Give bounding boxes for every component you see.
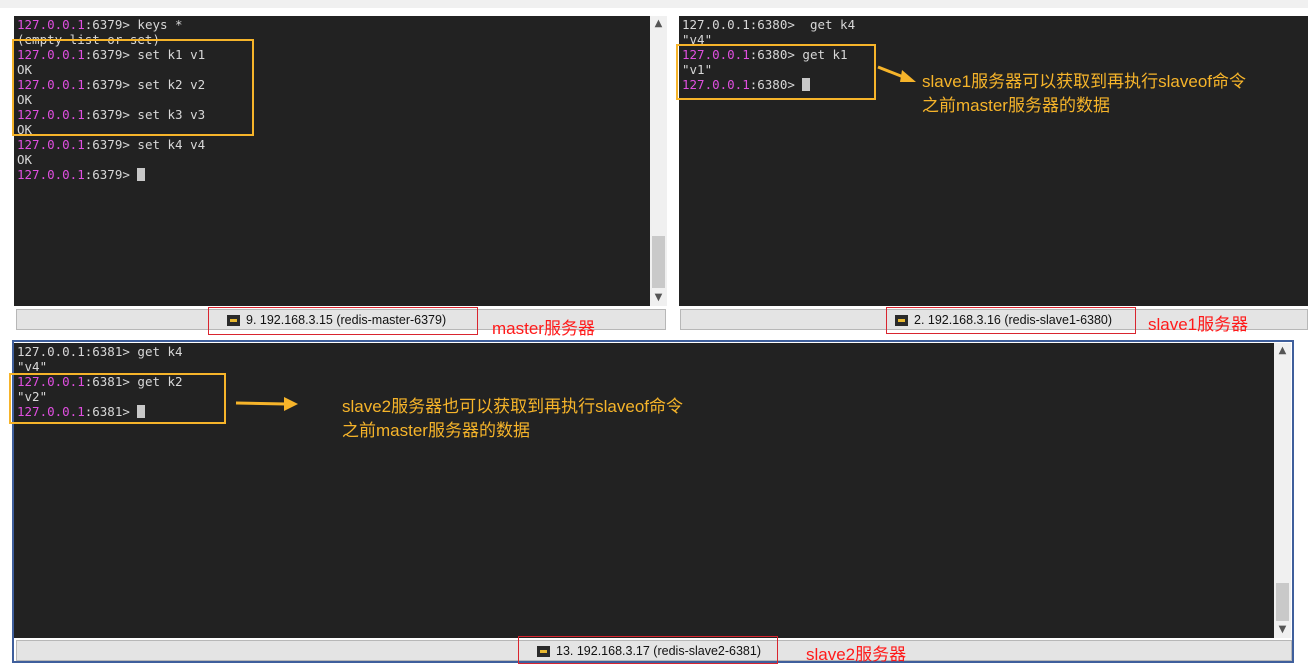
note-line: slave2服务器也可以获取到再执行slaveof命令 <box>342 397 684 416</box>
highlight-box <box>208 307 478 335</box>
prompt-host: 127.0.0.1 <box>17 137 85 152</box>
terminal-line: 127.0.0.1:6380> get k4 <box>682 17 855 32</box>
arrow-right-icon <box>877 65 916 82</box>
annotation-note-slave1: slave1服务器可以获取到再执行slaveof命令 之前master服务器的数… <box>922 70 1246 118</box>
highlight-box <box>518 636 778 664</box>
scroll-up-icon[interactable]: ▲ <box>650 16 667 32</box>
annotation-note-slave2: slave2服务器也可以获取到再执行slaveof命令 之前master服务器的… <box>342 395 683 443</box>
highlight-box <box>886 307 1136 334</box>
terminal-line: 127.0.0.1:6381> get k4 <box>17 344 183 359</box>
note-line: slave1服务器可以获取到再执行slaveof命令 <box>922 72 1247 91</box>
terminal-line: OK <box>17 152 33 167</box>
arrow-right-icon <box>235 397 298 411</box>
terminal-line: 127.0.0.1:6379> set k4 v4 <box>17 137 205 152</box>
prompt-command: :6379> keys * <box>84 17 183 32</box>
vertical-scrollbar[interactable]: ▲ ▼ <box>650 16 667 306</box>
prompt-command: :6381> get k4 <box>84 344 183 359</box>
terminal-line: 127.0.0.1:6379> keys * <box>17 17 205 32</box>
scrollbar-thumb[interactable] <box>652 236 665 288</box>
prompt-host: 127.0.0.1 <box>17 344 85 359</box>
prompt-host: 127.0.0.1 <box>17 17 85 32</box>
window-top-strip <box>0 0 1308 8</box>
caption-master: master服务器 <box>492 319 595 338</box>
caption-slave2: slave2服务器 <box>806 645 907 664</box>
prompt-command: :6379> <box>84 167 138 182</box>
highlight-box <box>676 44 876 100</box>
prompt-command: :6379> set k4 v4 <box>84 137 206 152</box>
caption-slave1: slave1服务器 <box>1148 315 1249 334</box>
scroll-down-icon[interactable]: ▼ <box>650 290 667 306</box>
prompt-host: 127.0.0.1 <box>17 167 85 182</box>
prompt-command: :6380> get k4 <box>749 17 856 32</box>
scroll-down-icon[interactable]: ▼ <box>1274 622 1291 638</box>
terminal-line: 127.0.0.1:6379> <box>17 167 205 182</box>
note-line: 之前master服务器的数据 <box>342 421 530 440</box>
prompt-host: 127.0.0.1 <box>682 17 750 32</box>
terminal-line: "v4" <box>17 359 48 374</box>
note-line: 之前master服务器的数据 <box>922 96 1110 115</box>
highlight-box <box>9 373 226 424</box>
vertical-scrollbar[interactable]: ▲ ▼ <box>1274 343 1291 638</box>
scroll-up-icon[interactable]: ▲ <box>1274 343 1291 359</box>
scrollbar-thumb[interactable] <box>1276 583 1289 621</box>
text-cursor <box>137 168 146 181</box>
highlight-box <box>12 39 254 136</box>
